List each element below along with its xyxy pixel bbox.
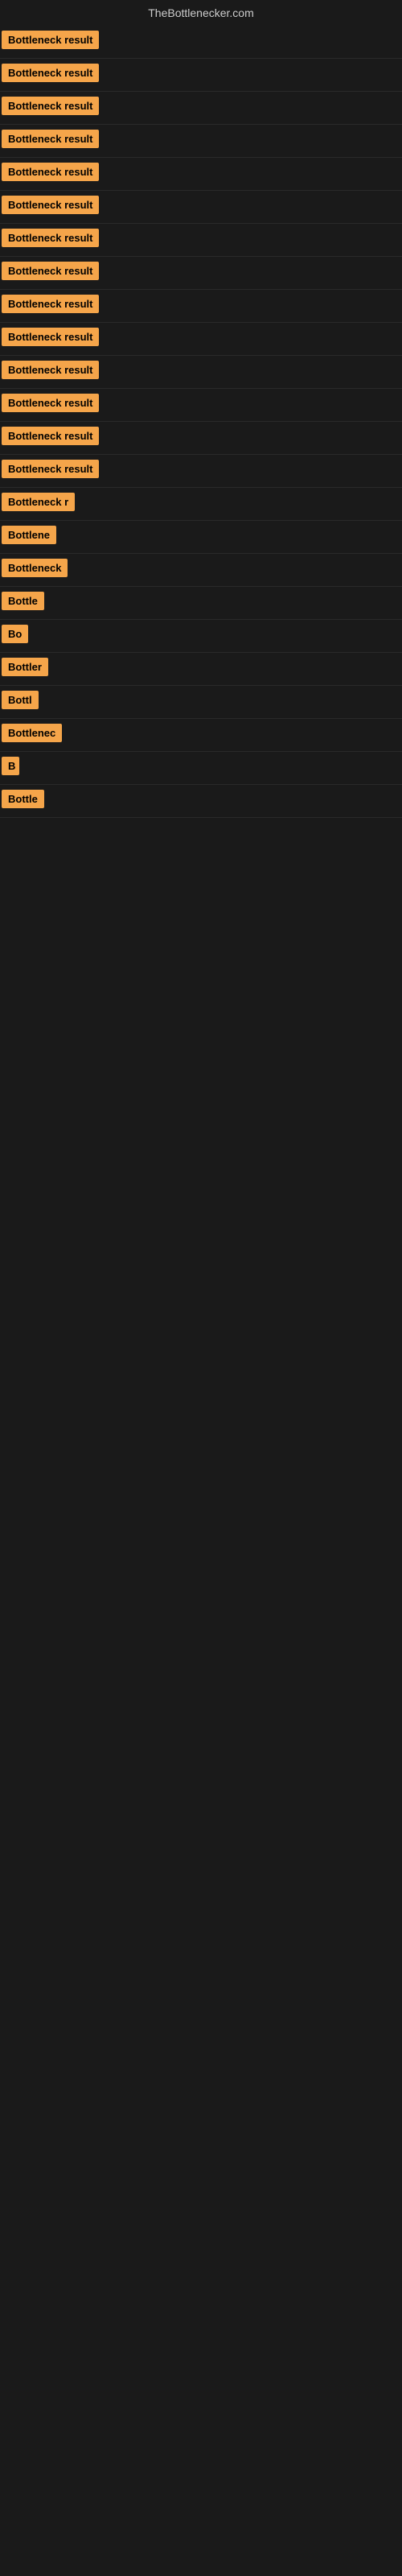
result-row: Bottle bbox=[0, 785, 402, 818]
result-row: Bottleneck result bbox=[0, 389, 402, 422]
bottleneck-badge[interactable]: Bottler bbox=[2, 658, 48, 676]
bottleneck-badge[interactable]: Bo bbox=[2, 625, 28, 643]
bottleneck-badge[interactable]: Bottleneck result bbox=[2, 262, 99, 280]
site-header: TheBottlenecker.com bbox=[0, 0, 402, 23]
site-title: TheBottlenecker.com bbox=[148, 6, 254, 19]
bottleneck-badge[interactable]: Bottleneck result bbox=[2, 196, 99, 214]
bottleneck-badge[interactable]: Bottleneck result bbox=[2, 64, 99, 82]
results-container: Bottleneck result Bottleneck result Bottle… bbox=[0, 23, 402, 818]
result-row: Bottleneck bbox=[0, 554, 402, 587]
bottleneck-badge[interactable]: Bottleneck result bbox=[2, 460, 99, 478]
bottleneck-badge[interactable]: Bottleneck result bbox=[2, 163, 99, 181]
result-row: Bottleneck result bbox=[0, 92, 402, 125]
result-row: Bottleneck result bbox=[0, 26, 402, 59]
result-row: Bottleneck result bbox=[0, 125, 402, 158]
result-row: Bottleneck result bbox=[0, 455, 402, 488]
bottleneck-badge[interactable]: Bottleneck r bbox=[2, 493, 75, 511]
bottleneck-badge[interactable]: B bbox=[2, 757, 19, 775]
result-row: Bottlene bbox=[0, 521, 402, 554]
bottleneck-badge[interactable]: Bottl bbox=[2, 691, 39, 709]
result-row: Bottler bbox=[0, 653, 402, 686]
result-row: Bottleneck result bbox=[0, 290, 402, 323]
bottleneck-badge[interactable]: Bottleneck result bbox=[2, 295, 99, 313]
result-row: Bottleneck result bbox=[0, 158, 402, 191]
bottleneck-badge[interactable]: Bottlene bbox=[2, 526, 56, 544]
result-row: Bottleneck result bbox=[0, 356, 402, 389]
bottleneck-badge[interactable]: Bottleneck result bbox=[2, 229, 99, 247]
bottleneck-badge[interactable]: Bottleneck result bbox=[2, 97, 99, 115]
bottleneck-badge[interactable]: Bottle bbox=[2, 592, 44, 610]
result-row: B bbox=[0, 752, 402, 785]
result-row: Bottleneck result bbox=[0, 257, 402, 290]
result-row: Bottleneck result bbox=[0, 59, 402, 92]
bottleneck-badge[interactable]: Bottleneck result bbox=[2, 427, 99, 445]
bottleneck-badge[interactable]: Bottleneck result bbox=[2, 31, 99, 49]
result-row: Bottle bbox=[0, 587, 402, 620]
bottleneck-badge[interactable]: Bottleneck result bbox=[2, 394, 99, 412]
bottleneck-badge[interactable]: Bottleneck result bbox=[2, 361, 99, 379]
bottleneck-badge[interactable]: Bottle bbox=[2, 790, 44, 808]
bottleneck-badge[interactable]: Bottleneck result bbox=[2, 130, 99, 148]
result-row: Bo bbox=[0, 620, 402, 653]
result-row: Bottleneck result bbox=[0, 224, 402, 257]
result-row: Bottleneck result bbox=[0, 422, 402, 455]
result-row: Bottleneck result bbox=[0, 323, 402, 356]
bottleneck-badge[interactable]: Bottleneck result bbox=[2, 328, 99, 346]
result-row: Bottlenec bbox=[0, 719, 402, 752]
bottleneck-badge[interactable]: Bottleneck bbox=[2, 559, 68, 577]
result-row: Bottleneck result bbox=[0, 191, 402, 224]
result-row: Bottl bbox=[0, 686, 402, 719]
result-row: Bottleneck r bbox=[0, 488, 402, 521]
bottleneck-badge[interactable]: Bottlenec bbox=[2, 724, 62, 742]
